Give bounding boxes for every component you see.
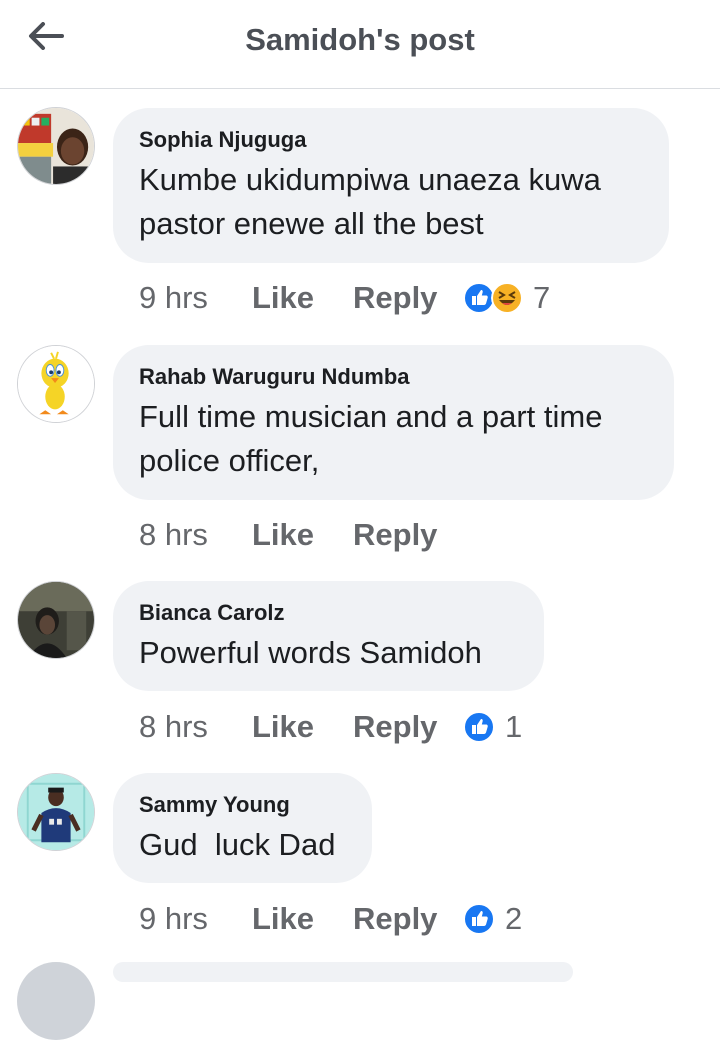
like-button[interactable]: Like: [252, 280, 353, 316]
reply-button[interactable]: Reply: [353, 901, 463, 937]
comment-text: Kumbe ukidumpiwa unaeza kuwa pastor enew…: [139, 162, 601, 241]
avatar[interactable]: [17, 345, 95, 423]
like-icon: [463, 711, 495, 743]
comment-author[interactable]: Sophia Njuguga: [139, 126, 643, 154]
avatar[interactable]: [17, 107, 95, 185]
comment-bubble: Bianca Carolz Powerful words Samidoh: [113, 581, 544, 691]
like-icon: [463, 903, 495, 935]
comment-text: Full time musician and a part time polic…: [139, 399, 603, 478]
comment-time[interactable]: 9 hrs: [139, 901, 252, 937]
comment-bubble: [113, 962, 573, 982]
reply-button[interactable]: Reply: [353, 709, 463, 745]
comment-text: Gud luck Dad: [139, 827, 336, 862]
comment-author[interactable]: Sammy Young: [139, 791, 346, 819]
comment-actions: 9 hrs Like Reply 7: [139, 278, 550, 318]
comment-bubble: Sophia Njuguga Kumbe ukidumpiwa unaeza k…: [113, 108, 669, 263]
like-button[interactable]: Like: [252, 517, 353, 553]
reaction-summary[interactable]: 2: [463, 901, 522, 937]
avatar[interactable]: [17, 962, 95, 1040]
reaction-summary[interactable]: 7: [463, 280, 550, 316]
page-title: Samidoh's post: [245, 22, 475, 57]
comment-bubble: Rahab Waruguru Ndumba Full time musician…: [113, 345, 674, 500]
comment-time[interactable]: 8 hrs: [139, 709, 252, 745]
top-bar: Samidoh's post: [0, 0, 720, 89]
reaction-count: 1: [505, 709, 523, 744]
haha-icon: [491, 282, 523, 314]
reaction-summary[interactable]: 1: [463, 709, 522, 745]
avatar[interactable]: [17, 773, 95, 851]
reply-button[interactable]: Reply: [353, 517, 463, 553]
reply-button[interactable]: Reply: [353, 280, 463, 316]
like-button[interactable]: Like: [252, 901, 353, 937]
comment-bubble: Sammy Young Gud luck Dad: [113, 773, 372, 883]
comment-text: Powerful words Samidoh: [139, 635, 482, 670]
comment-time[interactable]: 9 hrs: [139, 280, 252, 316]
comment-actions: 8 hrs Like Reply 1: [139, 707, 522, 747]
reaction-count: 7: [533, 280, 551, 315]
comment-time[interactable]: 8 hrs: [139, 517, 252, 553]
comment-actions: 9 hrs Like Reply 2: [139, 899, 522, 939]
comment-author[interactable]: Bianca Carolz: [139, 599, 518, 627]
avatar[interactable]: [17, 581, 95, 659]
like-button[interactable]: Like: [252, 709, 353, 745]
comment-actions: 8 hrs Like Reply: [139, 515, 463, 555]
reaction-count: 2: [505, 901, 523, 936]
comment-author[interactable]: Rahab Waruguru Ndumba: [139, 363, 648, 391]
